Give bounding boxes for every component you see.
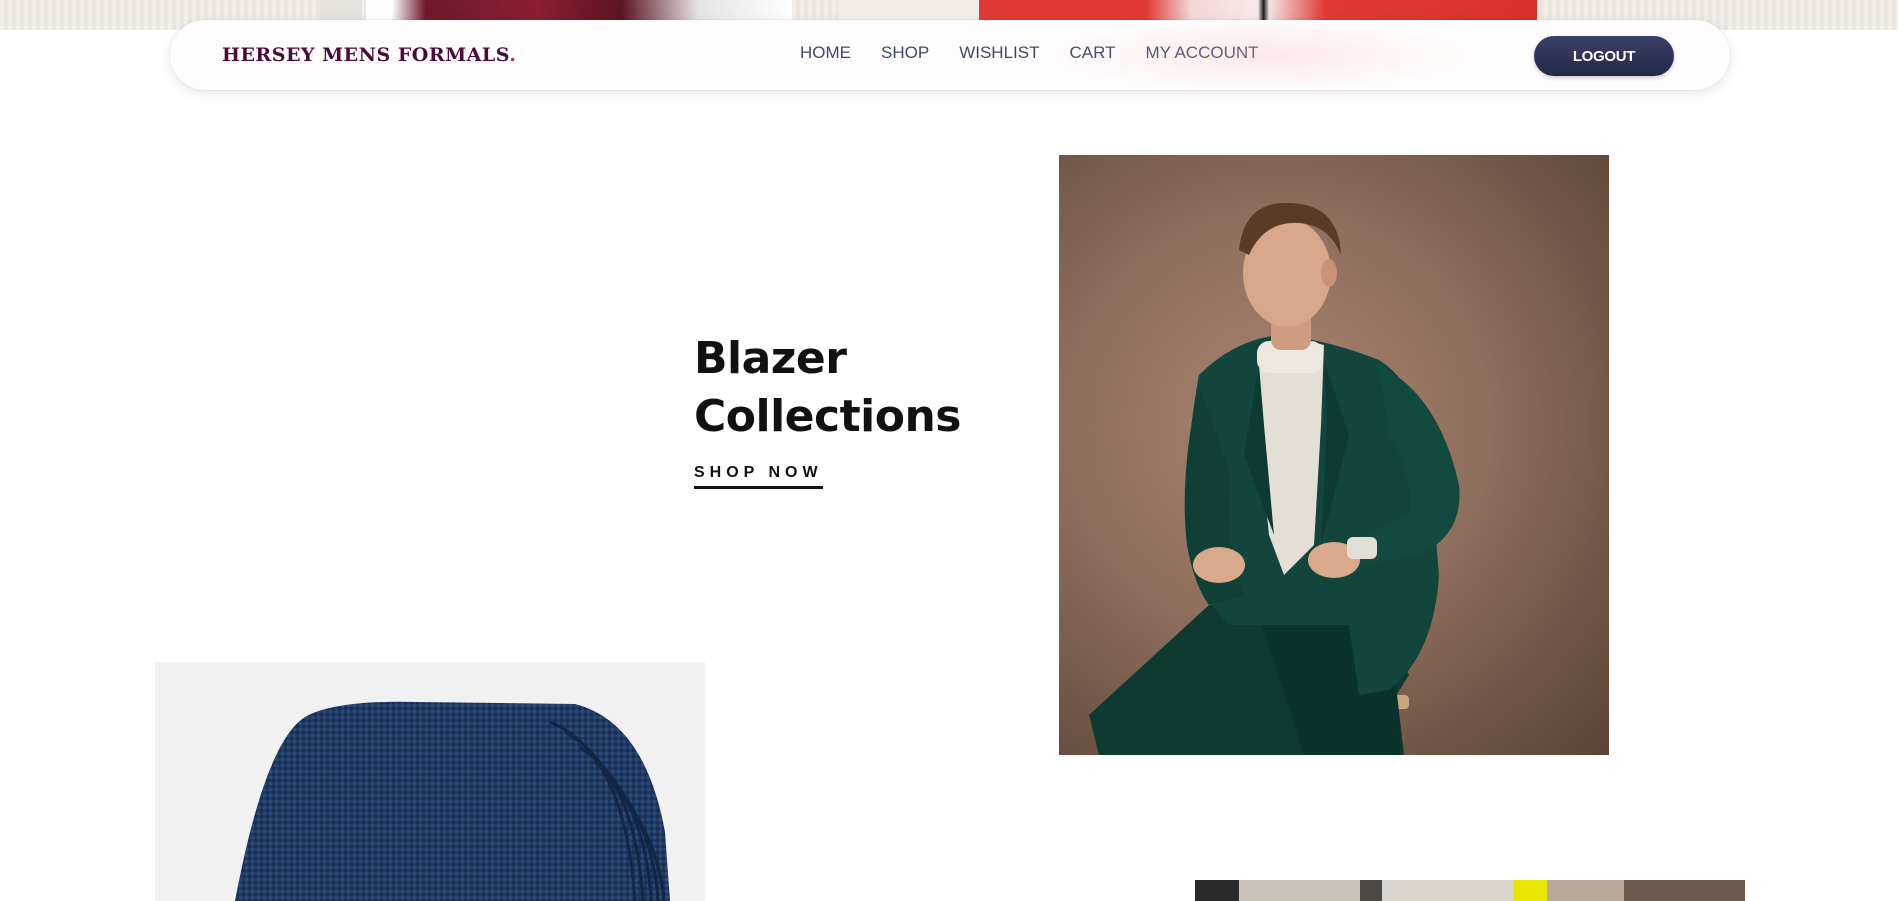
- banner-image-slice: [979, 0, 1537, 20]
- nav-cart[interactable]: CART: [1069, 43, 1115, 63]
- shop-now-link[interactable]: SHOP NOW: [694, 464, 823, 489]
- banner-image-slice: [366, 0, 792, 20]
- hero-title: Blazer Collections: [694, 330, 961, 446]
- nav-my-account[interactable]: MY ACCOUNT: [1145, 43, 1258, 63]
- tie-roll-illustration: [235, 701, 670, 901]
- site-header: HERSEY MENS FORMALS. HOME SHOP WISHLIST …: [170, 20, 1730, 90]
- accessory-collection-image[interactable]: [1195, 880, 1745, 901]
- logo-text: HERSEY MENS FORMALS: [222, 44, 510, 66]
- blazer-model-illustration: [1089, 202, 1460, 755]
- hero-title-line-2: Collections: [694, 391, 961, 442]
- nav-wishlist[interactable]: WISHLIST: [959, 43, 1039, 63]
- blazer-collection-image[interactable]: [1059, 155, 1609, 755]
- banner-image-slice: [320, 0, 362, 20]
- banner-image-slice: [838, 0, 978, 20]
- logo-dot: .: [509, 44, 517, 66]
- main-nav: HOME SHOP WISHLIST CART MY ACCOUNT: [800, 43, 1259, 63]
- logout-button[interactable]: LOGOUT: [1534, 36, 1674, 76]
- tie-collection-image[interactable]: [155, 662, 705, 901]
- nav-shop[interactable]: SHOP: [881, 43, 929, 63]
- site-logo[interactable]: HERSEY MENS FORMALS.: [222, 44, 516, 66]
- nav-home[interactable]: HOME: [800, 43, 851, 63]
- hero-title-line-1: Blazer: [694, 333, 847, 384]
